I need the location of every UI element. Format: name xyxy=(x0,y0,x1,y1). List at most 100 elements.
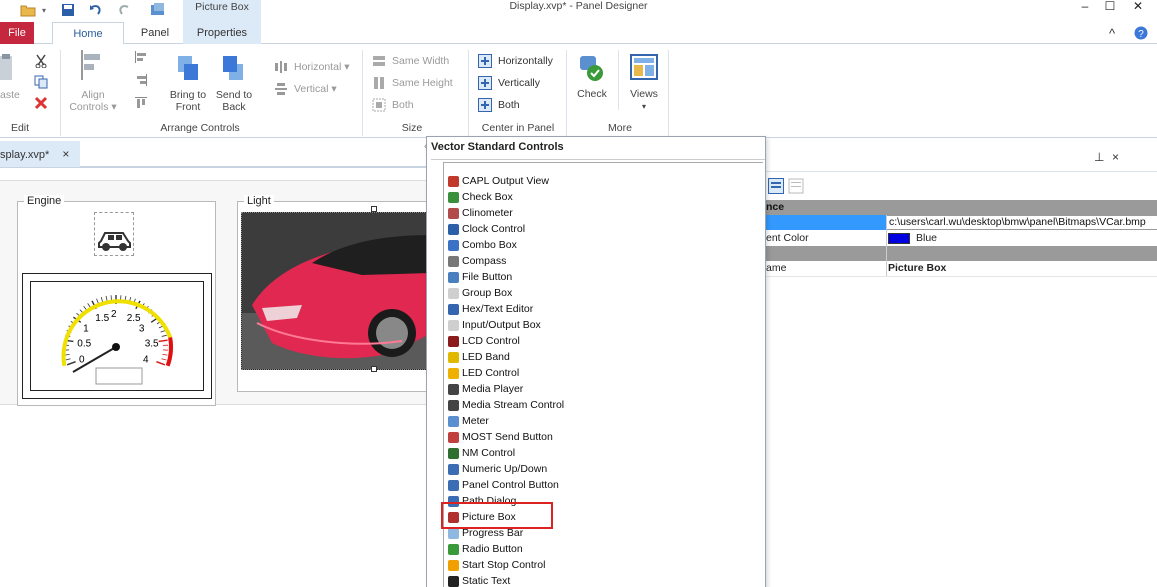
open-folder-icon[interactable] xyxy=(18,1,38,19)
list-item-label: Combo Box xyxy=(462,239,517,251)
design-canvas[interactable]: Engine 0 0.5 1 1.5 2 2.5 3 3.5 4 Light xyxy=(0,170,431,587)
bring-to-front-label[interactable]: Bring to Front xyxy=(166,89,210,113)
list-item[interactable]: LCD Control xyxy=(444,333,763,349)
horizontal-spacing-label: Horizontal ▾ xyxy=(294,61,350,73)
properties-close-button[interactable]: × xyxy=(1112,150,1119,164)
vertical-spacing-button[interactable]: Vertical ▾ xyxy=(274,80,337,98)
paste-icon[interactable] xyxy=(0,52,14,85)
same-size-both-button[interactable]: Both xyxy=(372,96,414,114)
property-transparent-color-value[interactable]: Blue xyxy=(886,231,1157,246)
minimize-button[interactable]: – xyxy=(1073,0,1097,14)
align-controls-icon[interactable] xyxy=(80,50,102,83)
horizontal-spacing-button[interactable]: Horizontal ▾ xyxy=(274,58,349,76)
qa-dropdown-icon[interactable]: ▾ xyxy=(38,1,50,19)
property-image-value[interactable]: c:\users\carl.wu\desktop\bmw\panel\Bitma… xyxy=(886,215,1157,230)
document-tab[interactable]: splay.xvp* × xyxy=(0,141,80,167)
redo-icon[interactable] xyxy=(114,1,134,19)
list-item[interactable]: NM Control xyxy=(444,445,763,461)
delete-icon[interactable] xyxy=(34,96,48,113)
list-item[interactable]: LED Band xyxy=(444,349,763,365)
picture-box-selected[interactable] xyxy=(241,212,431,370)
list-item[interactable]: Radio Button xyxy=(444,541,763,557)
list-item[interactable]: Input/Output Box xyxy=(444,317,763,333)
category-design[interactable] xyxy=(766,246,1157,261)
list-item[interactable]: Compass xyxy=(444,253,763,269)
collapse-ribbon-button[interactable]: ^ xyxy=(1109,26,1115,41)
list-item[interactable]: Path Dialog xyxy=(444,493,763,509)
close-window-button[interactable]: ✕ xyxy=(1126,0,1150,14)
meter-control[interactable]: 0 0.5 1 1.5 2 2.5 3 3.5 4 xyxy=(22,273,212,399)
list-item[interactable]: Combo Box xyxy=(444,237,763,253)
list-item[interactable]: Start Stop Control xyxy=(444,557,763,573)
check-label[interactable]: Check xyxy=(572,88,612,100)
category-appearance[interactable]: nce xyxy=(766,200,1157,215)
align-left-icon[interactable] xyxy=(134,50,148,67)
tab-properties[interactable]: Properties xyxy=(183,22,261,44)
list-item[interactable]: Check Box xyxy=(444,189,763,205)
same-width-button[interactable]: Same Width xyxy=(372,52,449,70)
categorized-icon[interactable] xyxy=(768,178,784,197)
list-item[interactable]: File Button xyxy=(444,269,763,285)
align-right-icon[interactable] xyxy=(134,73,148,90)
maximize-button[interactable]: ☐ xyxy=(1098,0,1122,14)
check-icon[interactable] xyxy=(578,54,606,87)
property-pages-icon[interactable] xyxy=(788,178,804,197)
control-icon xyxy=(448,303,459,315)
resize-handle-bottom[interactable] xyxy=(371,366,377,372)
undo-icon[interactable] xyxy=(86,1,106,19)
send-to-back-icon[interactable] xyxy=(221,54,247,87)
control-icon xyxy=(448,239,459,251)
list-item[interactable]: Clinometer xyxy=(444,205,763,221)
center-both-button[interactable]: Both xyxy=(478,96,520,114)
list-item[interactable]: Picture Box xyxy=(444,509,763,525)
property-row-name[interactable]: ame Picture Box xyxy=(766,261,1157,276)
views-label[interactable]: Views ▾ xyxy=(624,88,664,113)
list-item[interactable]: Progress Bar xyxy=(444,525,763,541)
tab-file[interactable]: File xyxy=(0,22,34,44)
list-item[interactable]: Media Stream Control xyxy=(444,397,763,413)
engine-groupbox[interactable]: Engine 0 0.5 1 1.5 2 2.5 3 3.5 4 xyxy=(17,195,216,406)
list-item-label: Media Stream Control xyxy=(462,399,565,411)
control-icon xyxy=(448,399,459,411)
help-icon[interactable]: ? xyxy=(1134,26,1148,43)
same-height-button[interactable]: Same Height xyxy=(372,74,453,92)
control-icon xyxy=(448,447,459,459)
car-picture-small[interactable] xyxy=(94,212,134,256)
list-item[interactable]: Media Player xyxy=(444,381,763,397)
cut-icon[interactable] xyxy=(34,54,48,71)
tab-panel[interactable]: Panel xyxy=(130,22,180,44)
list-item[interactable]: Clock Control xyxy=(444,221,763,237)
group-separator xyxy=(668,50,669,136)
property-row-image[interactable]: c:\users\carl.wu\desktop\bmw\panel\Bitma… xyxy=(766,215,1157,230)
pin-icon[interactable]: ⊥ xyxy=(1094,150,1104,164)
list-item[interactable]: Panel Control Button xyxy=(444,477,763,493)
list-item[interactable]: MOST Send Button xyxy=(444,429,763,445)
resize-handle-top[interactable] xyxy=(371,206,377,212)
light-groupbox[interactable]: Light xyxy=(237,195,431,392)
control-icon xyxy=(448,175,459,187)
list-item[interactable]: Hex/Text Editor xyxy=(444,301,763,317)
list-item[interactable]: LED Control xyxy=(444,365,763,381)
list-item[interactable]: Meter xyxy=(444,413,763,429)
center-horizontally-button[interactable]: Horizontally xyxy=(478,52,553,70)
send-to-back-label[interactable]: Send to Back xyxy=(212,89,256,113)
meter-scale-label: 3.5 xyxy=(145,339,159,350)
tab-home[interactable]: Home xyxy=(52,22,124,45)
list-item[interactable]: Numeric Up/Down xyxy=(444,461,763,477)
list-item-label: Panel Control Button xyxy=(462,479,559,491)
document-tab-close[interactable]: × xyxy=(62,147,69,161)
copy-icon[interactable] xyxy=(34,75,48,92)
list-item[interactable]: CAPL Output View xyxy=(444,173,763,189)
save-icon[interactable] xyxy=(58,1,78,19)
list-item[interactable]: Group Box xyxy=(444,285,763,301)
controls-list[interactable]: CAPL Output View Check Box Clinometer Clock… xyxy=(443,162,763,587)
property-row-transparent-color[interactable]: ent Color Blue xyxy=(766,231,1157,246)
list-item[interactable]: Static Text xyxy=(444,573,763,587)
panel-surface[interactable]: Engine 0 0.5 1 1.5 2 2.5 3 3.5 4 Light xyxy=(0,180,431,406)
center-vertically-button[interactable]: Vertically xyxy=(478,74,540,92)
align-top-icon[interactable] xyxy=(134,96,148,113)
property-name-value[interactable]: Picture Box xyxy=(886,261,1157,276)
bring-to-front-icon[interactable] xyxy=(176,54,202,87)
align-controls-label[interactable]: Align Controls ▾ xyxy=(68,89,118,113)
views-icon[interactable] xyxy=(630,54,658,85)
